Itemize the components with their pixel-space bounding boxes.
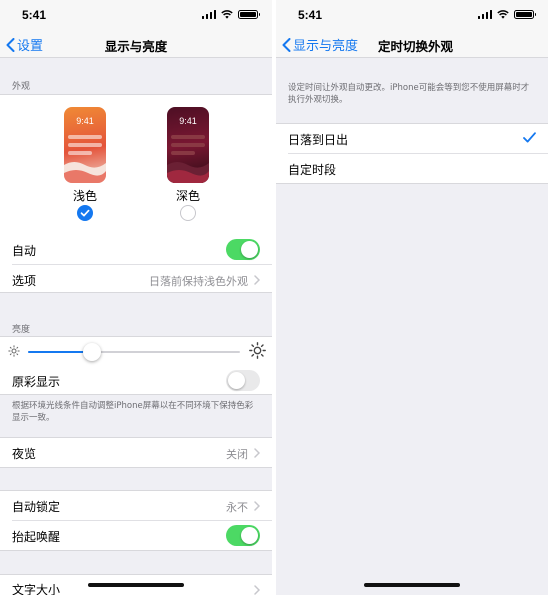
brightness-slider-thumb[interactable] [82,343,101,361]
options-label: 选项 [12,274,37,288]
wifi-icon [497,10,509,19]
true-tone-row: 原彩显示 [12,366,272,396]
night-shift-label: 夜览 [12,447,37,461]
wallpaper-wave [167,162,209,183]
checkmark-icon [80,209,90,217]
wifi-icon [221,10,233,19]
status-bar: 5:41 [0,0,272,30]
status-bar: 5:41 [276,0,548,30]
battery-icon [238,10,260,19]
page-title: 显示与亮度 [104,39,168,54]
home-indicator[interactable] [364,583,460,587]
light-preview-time: 9:41 [76,116,94,126]
cellular-signal-icon [477,10,492,19]
true-tone-label: 原彩显示 [12,375,61,389]
status-icons [477,10,536,19]
chevron-left-icon [282,37,291,52]
checkmark-icon [523,132,536,143]
light-mode-preview[interactable]: 9:41 [64,107,106,183]
night-shift-value: 关闭 [226,448,248,461]
auto-row: 自动 [12,235,272,265]
auto-toggle[interactable] [226,239,260,260]
dark-mode-preview[interactable]: 9:41 [167,107,209,183]
auto-label: 自动 [12,244,37,258]
raise-to-wake-row: 抬起唤醒 [12,521,272,551]
sun-small-icon [8,345,20,357]
appearance-header: 外观 [12,82,31,92]
true-tone-footnote: 根据环境光线条件自动调整iPhone屏幕以在不同环境下保持色彩显示一致。 [12,401,254,423]
display-brightness-screen: 5:41 设置 显示与亮度 外观 9:41 浅色 9:41 深色 自动 选项 日… [0,0,272,595]
lock-group: 自动锁定 永不 抬起唤醒 [0,490,272,551]
sunset-to-sunrise-label: 日落到日出 [288,133,349,147]
wallpaper-wave [64,162,106,183]
auto-lock-label: 自动锁定 [12,500,61,514]
status-icons [201,10,260,19]
sun-large-icon [249,342,266,359]
light-mode-label: 浅色 [72,189,97,203]
nav-bar: 显示与亮度 定时切换外观 [276,30,548,58]
schedule-description: 设定时间让外观自动更改。iPhone可能会等到您不使用屏幕时才执行外观切换。 [288,83,530,105]
light-mode-radio[interactable] [77,205,93,221]
schedule-appearance-screen: 5:41 显示与亮度 定时切换外观 设定时间让外观自动更改。iPhone可能会等… [276,0,548,595]
dark-mode-label: 深色 [175,189,200,203]
auto-lock-value: 永不 [226,501,248,514]
home-indicator[interactable] [88,583,184,587]
custom-schedule-label: 自定时段 [288,163,337,177]
brightness-header: 亮度 [12,325,31,335]
custom-schedule-option[interactable]: 自定时段 [288,154,548,184]
status-time: 5:41 [22,8,47,22]
dark-preview-time: 9:41 [179,116,197,126]
night-shift-row[interactable]: 夜览 关闭 [12,438,272,468]
dark-mode-radio[interactable] [180,205,196,221]
brightness-group: 原彩显示 [0,336,272,395]
chevron-right-icon [254,585,260,595]
schedule-options-group: 日落到日出 自定时段 [276,123,548,184]
raise-to-wake-label: 抬起唤醒 [12,530,61,544]
auto-lock-row[interactable]: 自动锁定 永不 [12,491,272,521]
night-shift-group: 夜览 关闭 [0,437,272,468]
appearance-group: 9:41 浅色 9:41 深色 自动 选项 日落前保持浅色外观 [0,94,272,293]
chevron-right-icon [254,448,260,458]
chevron-right-icon [254,275,260,285]
cellular-signal-icon [201,10,216,19]
chevron-right-icon [254,501,260,511]
sunset-to-sunrise-option[interactable]: 日落到日出 [288,124,548,154]
text-size-label: 文字大小 [12,583,61,595]
nav-bar: 设置 显示与亮度 [0,30,272,58]
options-row[interactable]: 选项 日落前保持浅色外观 [12,265,272,295]
brightness-slider[interactable] [28,343,240,361]
page-title: 定时切换外观 [378,39,454,54]
raise-to-wake-toggle[interactable] [226,525,260,546]
status-time: 5:41 [298,8,323,22]
battery-icon [514,10,536,19]
true-tone-toggle[interactable] [226,370,260,391]
options-value: 日落前保持浅色外观 [149,275,248,288]
